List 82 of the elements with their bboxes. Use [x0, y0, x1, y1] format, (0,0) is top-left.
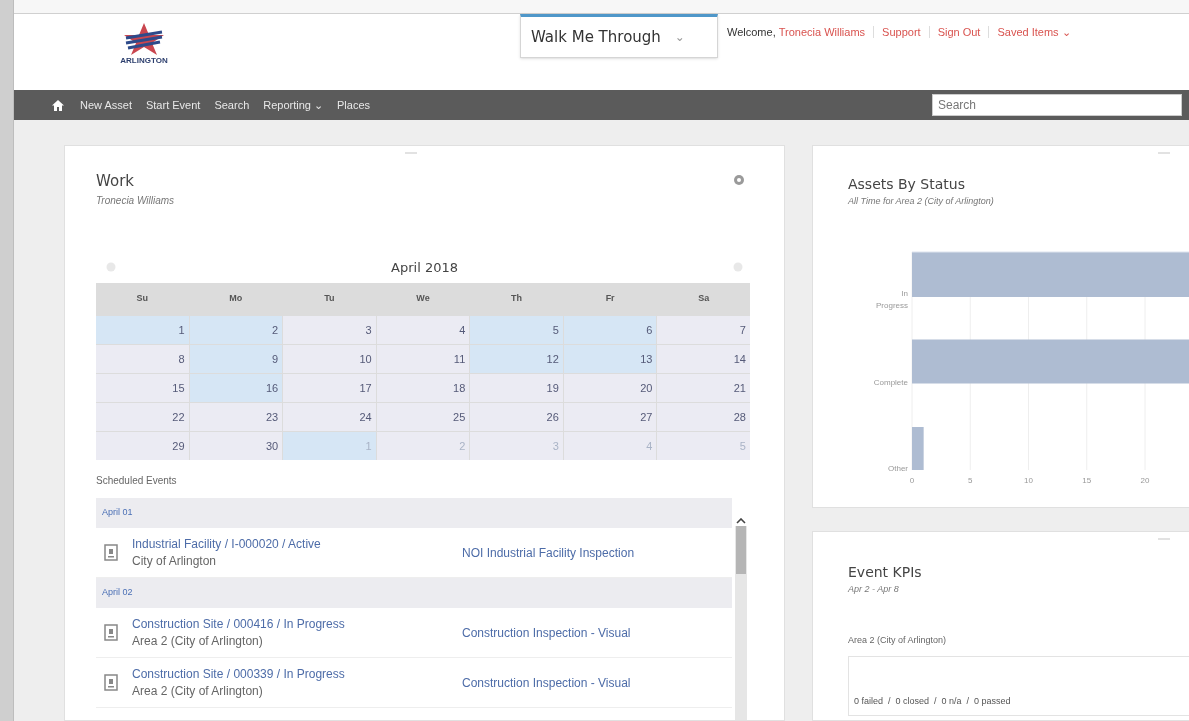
calendar-day[interactable]: 7	[657, 316, 750, 344]
calendar-day[interactable]: 19	[470, 374, 563, 402]
calendar-day[interactable]: 17	[283, 374, 376, 402]
bar	[912, 426, 924, 470]
welcome-text: Welcome,	[727, 25, 776, 40]
nav-link[interactable]: Places	[337, 96, 371, 114]
calendar-day[interactable]: 12	[470, 345, 563, 373]
kpi-summary: 0 failed / 0 closed / 0 n/a / 0 passed	[854, 695, 1011, 709]
axis-tick-label: 0	[909, 475, 915, 485]
nav-link[interactable]: New Asset	[80, 96, 132, 114]
calendar-day[interactable]: 14	[657, 345, 750, 373]
building-icon	[104, 674, 118, 691]
calendar-day[interactable]: 22	[96, 403, 189, 431]
date-group-header: April 02	[96, 578, 732, 608]
calendar-day[interactable]: 21	[657, 374, 750, 402]
calendar-day[interactable]: 28	[657, 403, 750, 431]
panel-title: Assets By Status	[848, 175, 966, 194]
calendar-day[interactable]: 26	[470, 403, 563, 431]
star-logo-icon	[122, 22, 166, 56]
logo[interactable]: ARLINGTON	[104, 22, 184, 90]
calendar-day[interactable]: 13	[563, 345, 657, 373]
logo-text: ARLINGTON	[120, 57, 168, 65]
section-label: Scheduled Events	[96, 474, 178, 488]
calendar-day[interactable]: 25	[376, 403, 470, 431]
calendar-day[interactable]: 11	[376, 345, 470, 373]
header-link[interactable]: Sign Out	[937, 24, 981, 41]
category-label: In Progress	[876, 288, 908, 310]
panel-subtitle: Tronecia Williams	[96, 193, 175, 208]
calendar-day[interactable]: 15	[96, 374, 189, 402]
panel-subtitle: Apr 2 - Apr 8	[848, 582, 900, 596]
building-icon	[104, 624, 118, 641]
calendar-day[interactable]: 18	[376, 374, 470, 402]
date-group-header: April 01	[96, 498, 732, 528]
calendar-day[interactable]: 29	[96, 432, 189, 460]
asset-location: Area 2 (City of Arlington)	[132, 632, 264, 650]
nav-link[interactable]: Start Event	[145, 96, 201, 114]
asset-link[interactable]: Construction Site / 000416 / In Progress	[132, 615, 462, 633]
calendar-day[interactable]: 27	[563, 403, 657, 431]
calendar-day[interactable]: 23	[189, 403, 283, 431]
panel-subtitle: All Time for Area 2 (City of Arlington)	[848, 195, 995, 208]
inspection-link[interactable]: Construction Inspection - Visual	[462, 623, 631, 642]
calendar-day[interactable]: 16	[189, 374, 283, 402]
scroll-up-icon[interactable]	[736, 518, 746, 524]
calendar-day[interactable]: 3	[283, 316, 376, 344]
axis-tick-label: 10	[1024, 475, 1033, 485]
area-label: Area 2 (City of Arlington)	[848, 634, 948, 648]
calendar-day[interactable]: 1	[96, 316, 189, 344]
inspection-link[interactable]: NOI Industrial Facility Inspection	[462, 543, 635, 562]
walkthrough-dropdown[interactable]: Walk Me Through ⌄	[520, 14, 718, 58]
calendar-day[interactable]: 20	[563, 374, 657, 402]
header-link[interactable]: Saved Items ⌄	[997, 24, 1071, 41]
category-label: Complete	[873, 377, 908, 386]
asset-link[interactable]: Construction Site / 000339 / In Progress	[132, 665, 462, 683]
calendar-day[interactable]: 4	[376, 316, 470, 344]
panel-title: Work	[96, 171, 135, 192]
calendar-day[interactable]: 5	[470, 316, 563, 344]
calendar-day[interactable]: 2	[189, 316, 283, 344]
panel-title: Event KPIs	[848, 562, 923, 582]
settings-icon[interactable]	[733, 174, 745, 186]
axis-tick-label: 5	[968, 475, 973, 485]
calendar-day[interactable]: 9	[189, 345, 283, 373]
asset-location: City of Arlington	[132, 552, 218, 570]
calendar-day[interactable]: 10	[283, 345, 376, 373]
scrollbar-thumb[interactable]	[736, 526, 746, 574]
calendar-day[interactable]: 6	[563, 316, 657, 344]
calendar-month: April 2018	[391, 258, 458, 277]
calendar-day[interactable]: 8	[96, 345, 189, 373]
home-icon[interactable]	[52, 99, 64, 111]
asset-link[interactable]: Industrial Facility / I-000020 / Active	[132, 535, 462, 553]
category-label: Other	[888, 463, 908, 473]
user-link[interactable]: Tronecia Williams	[778, 24, 866, 41]
search-field[interactable]: Search	[932, 94, 1182, 116]
nav-link[interactable]: Reporting ⌄	[263, 96, 323, 114]
nav-link[interactable]: Search	[214, 96, 250, 114]
calendar-day[interactable]: 30	[189, 432, 283, 460]
building-icon	[104, 544, 118, 561]
axis-tick-label: 15	[1082, 475, 1092, 485]
inspection-link[interactable]: Construction Inspection - Visual	[462, 673, 631, 692]
header-link[interactable]: Support	[882, 24, 921, 41]
axis-tick-label: 20	[1140, 475, 1150, 485]
calendar-day[interactable]: 24	[283, 403, 376, 431]
asset-location: Area 2 (City of Arlington)	[132, 682, 264, 700]
